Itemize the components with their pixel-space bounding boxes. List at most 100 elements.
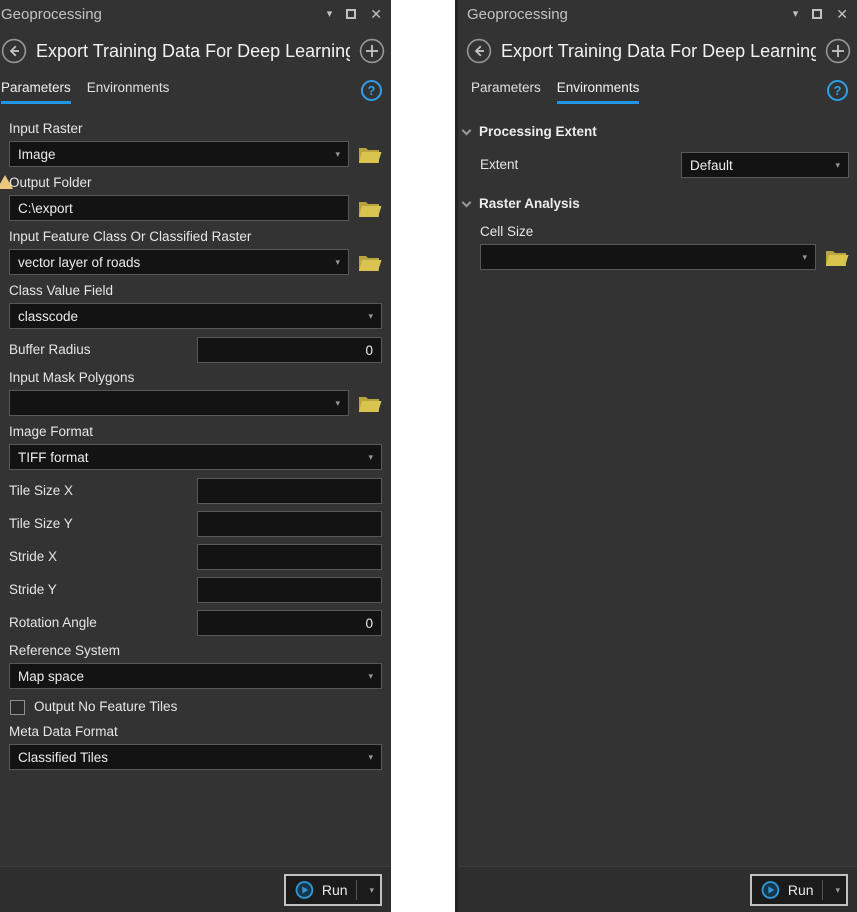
field-image-format: Image Format TIFF format ▾ [9,424,382,470]
section-raster-analysis[interactable]: Raster Analysis [463,196,849,211]
combo-value: Classified Tiles [18,750,108,765]
chevron-down-icon: ▾ [329,258,340,267]
tab-parameters[interactable]: Parameters [471,80,541,104]
titlebar: Geoprocessing ▾ ✕ [458,0,857,25]
combo-value: Image [18,147,56,162]
tile-size-x-input[interactable] [197,478,382,504]
chevron-down-icon: ▾ [362,672,373,681]
close-icon[interactable]: ✕ [836,7,848,21]
panel-menu-icon[interactable]: ▾ [793,9,799,20]
image-format-combo[interactable]: TIFF format ▾ [9,444,382,470]
reference-system-combo[interactable]: Map space ▾ [9,663,382,689]
combo-value: TIFF format [18,450,89,465]
tile-size-y-input[interactable] [197,511,382,537]
rotation-angle-input[interactable]: 0 [197,610,382,636]
panel-menu-icon[interactable]: ▾ [327,9,333,20]
field-extent: Extent Default ▾ [480,152,849,178]
checkbox-label: Output No Feature Tiles [34,699,177,715]
tab-bar: Parameters Environments ? [1,80,382,104]
field-stride-y: Stride Y [9,577,382,603]
add-to-model-button[interactable] [359,38,385,64]
run-options-dropdown[interactable]: ▾ [830,886,840,895]
chevron-down-icon: ▾ [329,150,340,159]
tool-title: Export Training Data For Deep Learning [36,41,350,62]
browse-folder-button[interactable] [358,394,382,413]
output-no-feature-tiles-checkbox[interactable] [10,700,25,715]
geoprocessing-panel-parameters: Geoprocessing ▾ ✕ Export Training Data F… [0,0,391,912]
class-value-field-combo[interactable]: classcode ▾ [9,303,382,329]
run-button-label: Run [788,882,814,898]
add-to-model-button[interactable] [825,38,851,64]
section-processing-extent[interactable]: Processing Extent [463,124,849,139]
run-button[interactable]: Run ▾ [750,874,848,906]
field-cell-size: Cell Size ▾ [480,224,849,270]
field-label: Stride Y [9,582,57,598]
chevron-down-icon: ▾ [362,753,373,762]
field-class-value-field: Class Value Field classcode ▾ [9,283,382,329]
input-mask-polygons-combo[interactable]: ▾ [9,390,349,416]
extent-combo[interactable]: Default ▾ [681,152,849,178]
field-rotation-angle: Rotation Angle 0 [9,610,382,636]
folder-icon [358,394,382,413]
back-button[interactable] [1,38,27,64]
input-value: C:\export [18,201,73,216]
tool-header: Export Training Data For Deep Learning [466,38,851,64]
input-feature-class-combo[interactable]: vector layer of roads ▾ [9,249,349,275]
run-button-label: Run [322,882,348,898]
cell-size-combo[interactable]: ▾ [480,244,816,270]
divider [356,880,357,900]
output-folder-input[interactable]: C:\export [9,195,349,221]
section-title: Processing Extent [479,124,597,139]
plus-icon [825,38,851,64]
field-buffer-radius: Buffer Radius 0 [9,337,382,363]
field-label: Buffer Radius [9,342,91,358]
browse-folder-button[interactable] [358,253,382,272]
field-label: Cell Size [480,224,849,240]
section-title: Raster Analysis [479,196,580,211]
field-label: Tile Size Y [9,516,73,532]
field-label: Reference System [9,643,382,659]
field-label: Meta Data Format [9,724,382,740]
browse-folder-button[interactable] [825,248,849,267]
panel-title: Geoprocessing [1,6,327,23]
panel-footer: Run ▾ [0,866,391,912]
help-button[interactable]: ? [827,80,848,101]
tab-environments[interactable]: Environments [557,80,640,104]
chevron-down-icon: ▾ [362,453,373,462]
browse-folder-button[interactable] [358,145,382,164]
folder-icon [825,248,849,267]
chevron-down-icon [462,125,472,135]
play-icon [761,880,780,900]
tab-parameters[interactable]: Parameters [1,80,71,104]
run-options-dropdown[interactable]: ▾ [364,886,374,895]
dock-icon[interactable] [346,9,356,19]
tab-environments[interactable]: Environments [87,80,170,104]
back-button[interactable] [466,38,492,64]
tab-bar: Parameters Environments ? [471,80,848,104]
field-input-raster: Input Raster Image ▾ [9,121,382,167]
combo-value: classcode [18,309,78,324]
field-output-folder: Output Folder C:\export [9,175,382,221]
back-arrow-icon [466,38,492,64]
field-tile-size-x: Tile Size X [9,478,382,504]
field-input-feature-class: Input Feature Class Or Classified Raster… [9,229,382,275]
stride-y-input[interactable] [197,577,382,603]
folder-icon [358,199,382,218]
close-icon[interactable]: ✕ [370,7,382,21]
field-label: Image Format [9,424,382,440]
folder-icon [358,145,382,164]
tool-header: Export Training Data For Deep Learning [1,38,385,64]
stride-x-input[interactable] [197,544,382,570]
buffer-radius-input[interactable]: 0 [197,337,382,363]
field-meta-data-format: Meta Data Format Classified Tiles ▾ [9,724,382,770]
input-raster-combo[interactable]: Image ▾ [9,141,349,167]
tool-title: Export Training Data For Deep Learning [501,41,816,62]
meta-data-format-combo[interactable]: Classified Tiles ▾ [9,744,382,770]
browse-folder-button[interactable] [358,199,382,218]
chevron-down-icon: ▾ [796,253,807,262]
dock-icon[interactable] [812,9,822,19]
field-label: Output Folder [9,175,382,191]
help-button[interactable]: ? [361,80,382,101]
run-button[interactable]: Run ▾ [284,874,382,906]
field-reference-system: Reference System Map space ▾ [9,643,382,689]
